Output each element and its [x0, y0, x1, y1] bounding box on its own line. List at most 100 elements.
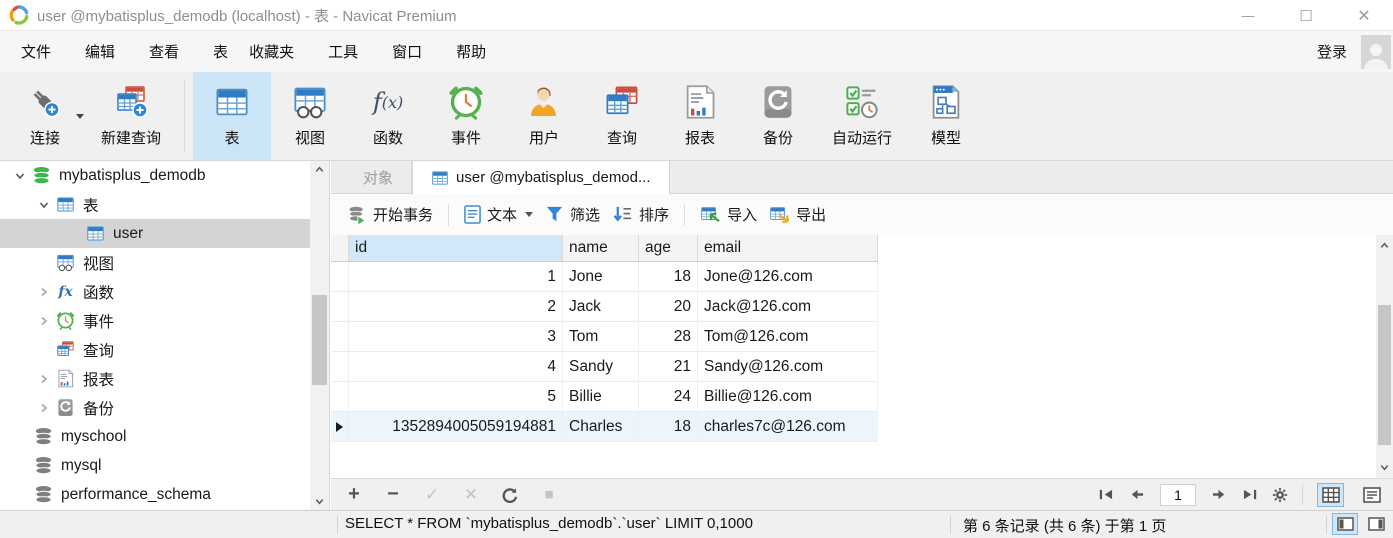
grid-scrollbar[interactable] [1376, 235, 1393, 478]
user-avatar[interactable] [1361, 35, 1391, 69]
apply-changes-button[interactable]: ✓ [423, 486, 441, 504]
tab-objects[interactable]: 对象 [345, 161, 412, 193]
import-button[interactable]: 导入 [694, 200, 763, 229]
add-record-button[interactable]: + [345, 486, 363, 504]
sidebar-scrollbar[interactable] [310, 161, 330, 510]
column-header-email[interactable]: email [698, 235, 878, 262]
delete-record-button[interactable]: − [384, 486, 402, 504]
form-view-toggle[interactable] [1358, 483, 1385, 507]
text-view-button[interactable]: 文本 [458, 200, 539, 229]
menu-help[interactable]: 帮助 [439, 35, 503, 68]
show-sidebar-toggle[interactable] [1332, 513, 1358, 535]
tree-db-performance-schema[interactable]: performance_schema [0, 480, 310, 509]
last-page-icon[interactable] [1241, 488, 1258, 501]
cell-name[interactable]: Jone [563, 262, 639, 292]
tree-tables-folder[interactable]: 表 [0, 190, 310, 219]
tree-db-mybatisplus-demodb[interactable]: mybatisplus_demodb [0, 161, 310, 190]
cell-age[interactable]: 18 [639, 262, 698, 292]
tree-table-user[interactable]: user [0, 219, 310, 248]
cell-name[interactable]: Jack [563, 292, 639, 322]
scroll-up-icon[interactable] [1376, 237, 1393, 254]
tree-reports-folder[interactable]: 报表 [0, 364, 310, 393]
cell-id[interactable]: 3 [349, 322, 563, 352]
toolbar-model[interactable]: 模型 [907, 72, 985, 160]
cell-name[interactable]: Billie [563, 382, 639, 412]
toolbar-views[interactable]: 视图 [271, 72, 349, 160]
first-page-icon[interactable] [1098, 488, 1115, 501]
minimize-button[interactable]: — [1219, 0, 1277, 31]
maximize-button[interactable]: ☐ [1277, 0, 1335, 31]
cell-age[interactable]: 24 [639, 382, 698, 412]
show-info-pane-toggle[interactable] [1363, 513, 1389, 535]
sidebar-scrollbar-thumb[interactable] [312, 295, 327, 385]
toolbar-events[interactable]: 事件 [427, 72, 505, 160]
cell-name[interactable]: Charles [563, 412, 639, 442]
scroll-down-icon[interactable] [310, 493, 329, 510]
tree-queries-folder[interactable]: 查询 [0, 335, 310, 364]
tree-views-folder[interactable]: 视图 [0, 248, 310, 277]
cell-email[interactable]: Sandy@126.com [698, 352, 878, 382]
cell-email[interactable]: Jack@126.com [698, 292, 878, 322]
sort-button[interactable]: 排序 [606, 200, 675, 229]
tree-db-myschool[interactable]: myschool [0, 422, 310, 451]
export-button[interactable]: 导出 [763, 200, 832, 229]
cell-id[interactable]: 1 [349, 262, 563, 292]
menu-favorites[interactable]: 收藏夹 [232, 35, 311, 68]
cell-age[interactable]: 21 [639, 352, 698, 382]
toolbar-backup[interactable]: 备份 [739, 72, 817, 160]
previous-page-icon[interactable] [1129, 488, 1146, 501]
cell-age[interactable]: 28 [639, 322, 698, 352]
connection-dropdown-caret[interactable] [76, 114, 84, 119]
toolbar-tables[interactable]: 表 [193, 72, 271, 160]
scroll-down-icon[interactable] [1376, 459, 1393, 476]
cell-email[interactable]: charles7c@126.com [698, 412, 878, 442]
begin-transaction-button[interactable]: 开始事务 [341, 200, 439, 229]
cell-id[interactable]: 4 [349, 352, 563, 382]
chevron-right-icon[interactable] [36, 313, 52, 329]
table-row[interactable]: 5 Billie 24 Billie@126.com [331, 382, 1393, 412]
table-row[interactable]: 2 Jack 20 Jack@126.com [331, 292, 1393, 322]
cell-email[interactable]: Billie@126.com [698, 382, 878, 412]
cell-email[interactable]: Jone@126.com [698, 262, 878, 292]
next-page-icon[interactable] [1210, 488, 1227, 501]
chevron-down-icon[interactable] [12, 168, 28, 184]
cell-id[interactable]: 2 [349, 292, 563, 322]
settings-gear-icon[interactable] [1272, 487, 1288, 503]
stop-button[interactable]: ■ [540, 486, 558, 504]
toolbar-queries[interactable]: 查询 [583, 72, 661, 160]
refresh-button[interactable] [501, 486, 519, 504]
toolbar-new-query[interactable]: 新建查询 [86, 72, 176, 160]
scroll-up-icon[interactable] [310, 161, 329, 178]
tree-db-mysql[interactable]: mysql [0, 451, 310, 480]
menu-edit[interactable]: 编辑 [68, 35, 132, 68]
cell-id[interactable]: 1352894005059194881 [349, 412, 563, 442]
grid-scrollbar-thumb[interactable] [1378, 305, 1391, 445]
tree-backup-folder[interactable]: 备份 [0, 393, 310, 422]
toolbar-users[interactable]: 用户 [505, 72, 583, 160]
table-row[interactable]: 1 Jone 18 Jone@126.com [331, 262, 1393, 292]
cell-age[interactable]: 18 [639, 412, 698, 442]
toolbar-reports[interactable]: 报表 [661, 72, 739, 160]
table-row[interactable]: 3 Tom 28 Tom@126.com [331, 322, 1393, 352]
close-button[interactable]: ✕ [1335, 0, 1393, 31]
cell-email[interactable]: Tom@126.com [698, 322, 878, 352]
discard-changes-button[interactable]: ✕ [462, 486, 480, 504]
login-link[interactable]: 登录 [1317, 41, 1347, 62]
cell-id[interactable]: 5 [349, 382, 563, 412]
chevron-down-icon[interactable] [36, 197, 52, 213]
cell-name[interactable]: Sandy [563, 352, 639, 382]
menu-table[interactable]: 表 [196, 35, 232, 68]
tree-events-folder[interactable]: 事件 [0, 306, 310, 335]
tab-user-table[interactable]: user @mybatisplus_demod... [412, 161, 669, 194]
filter-button[interactable]: 筛选 [539, 200, 606, 229]
menu-tools[interactable]: 工具 [311, 35, 375, 68]
toolbar-functions[interactable]: f(x) 函数 [349, 72, 427, 160]
column-header-name[interactable]: name [563, 235, 639, 262]
toolbar-automation[interactable]: 自动运行 [817, 72, 907, 160]
table-row[interactable]: 4 Sandy 21 Sandy@126.com [331, 352, 1393, 382]
grid-view-toggle[interactable] [1317, 483, 1344, 507]
menu-file[interactable]: 文件 [4, 35, 68, 68]
cell-age[interactable]: 20 [639, 292, 698, 322]
cell-name[interactable]: Tom [563, 322, 639, 352]
column-header-age[interactable]: age [639, 235, 698, 262]
